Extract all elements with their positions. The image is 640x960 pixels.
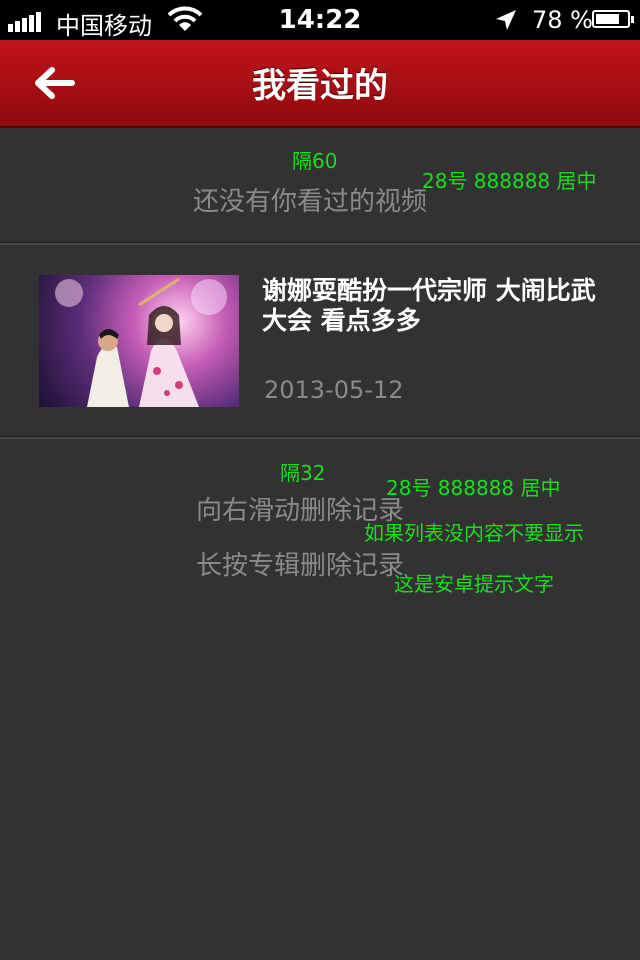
empty-state-message: 还没有你看过的视频 [192, 187, 427, 217]
battery-icon [592, 10, 634, 28]
video-title: 谢娜耍酷扮一代宗师 大闹比武大会 看点多多 [262, 276, 596, 335]
status-bar: 中国移动 14:22 78 % [0, 0, 640, 40]
watch-date: 2013-05-12 [264, 376, 404, 404]
battery-percent: 78 % [532, 6, 593, 34]
divider [0, 436, 640, 439]
history-list-item[interactable]: 谢娜耍酷扮一代宗师 大闹比武大会 看点多多 2013-05-12 [0, 246, 640, 436]
nav-bar: 我看过的 [0, 40, 640, 128]
video-thumbnail [39, 275, 239, 407]
location-icon [496, 10, 516, 30]
annotation-spacing: 隔32 [280, 461, 326, 485]
annotation-spacing: 隔60 [292, 149, 338, 173]
divider [0, 242, 640, 245]
battery-fill [596, 14, 620, 24]
annotation-empty-list-note: 如果列表没内容不要显示 [364, 521, 584, 545]
page-title: 我看过的 [252, 66, 388, 106]
annotation-android-note: 这是安卓提示文字 [394, 572, 554, 596]
